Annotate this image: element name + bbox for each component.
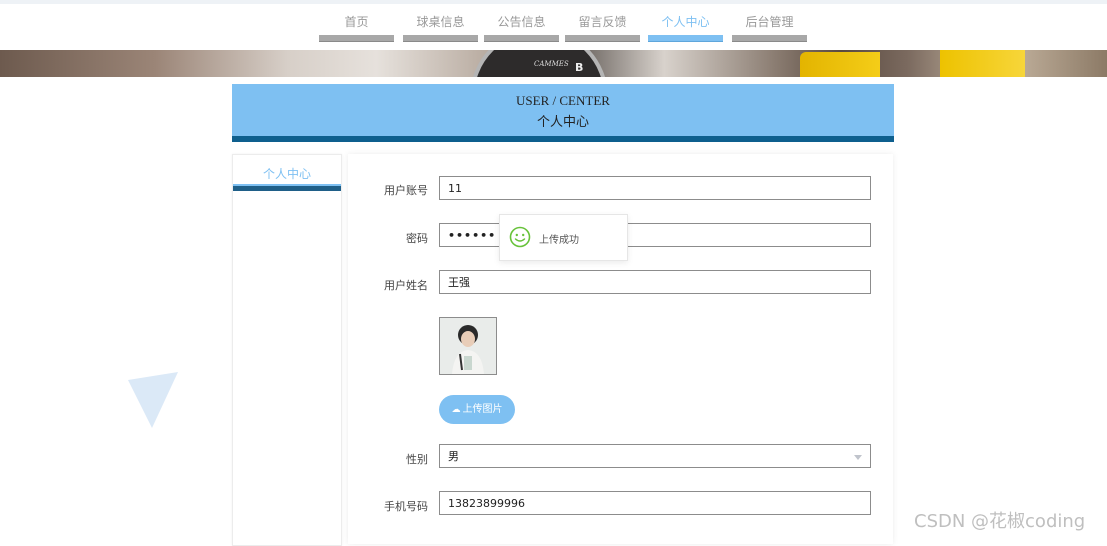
nav-item-label: 后台管理 xyxy=(745,15,794,29)
nav-item-underline xyxy=(319,35,394,42)
nav-item-label: 首页 xyxy=(344,15,369,29)
nav-item-underline xyxy=(732,35,807,42)
banner-gauge-letter: B xyxy=(575,61,584,74)
decorative-triangle xyxy=(128,372,178,428)
sidebar-item-user-center[interactable]: 个人中心 xyxy=(233,155,341,191)
name-field[interactable]: 王强 xyxy=(439,270,871,294)
nav-item-home[interactable]: 首页 xyxy=(319,12,394,42)
watermark: CSDN @花椒coding xyxy=(914,511,1086,532)
nav-item-label: 公告信息 xyxy=(497,15,546,29)
page-title-cn: 个人中心 xyxy=(536,115,589,130)
cloud-upload-icon: ☁ xyxy=(451,405,461,415)
nav-item-tables[interactable]: 球桌信息 xyxy=(403,12,478,42)
name-label: 用户姓名 xyxy=(384,279,428,292)
gender-select[interactable]: 男 xyxy=(439,444,871,468)
nav-item-feedback[interactable]: 留言反馈 xyxy=(565,12,640,42)
password-label: 密码 xyxy=(406,232,428,245)
nav-item-label: 留言反馈 xyxy=(578,15,627,29)
nav-item-label: 个人中心 xyxy=(661,15,710,29)
nav-item-underline xyxy=(565,35,640,42)
gender-select-value: 男 xyxy=(448,450,459,463)
phone-label: 手机号码 xyxy=(384,500,428,513)
banner-yellow-object xyxy=(940,50,1025,77)
sidebar: 个人中心 xyxy=(232,154,342,546)
nav-item-announcements[interactable]: 公告信息 xyxy=(484,12,559,42)
sidebar-item-label: 个人中心 xyxy=(262,167,311,181)
header-bottom-bar xyxy=(232,136,894,142)
nav-item-underline xyxy=(484,35,559,42)
toast-message: 上传成功 xyxy=(539,235,579,246)
nav-item-underline xyxy=(648,35,723,42)
upload-image-button[interactable]: ☁ 上传图片 xyxy=(439,395,515,424)
banner-gauge-text: CAMMES xyxy=(534,60,569,68)
profile-form: 用户账号 11 密码 •••••• 用户姓名 王强 ☁ 上传图片 性别 男 手机号… xyxy=(348,154,893,544)
smiley-icon xyxy=(509,226,531,252)
page-title-en: USER / CENTER xyxy=(516,93,610,108)
nav-item-admin[interactable]: 后台管理 xyxy=(732,12,807,42)
nav-item-underline xyxy=(403,35,478,42)
nav-item-user-center[interactable]: 个人中心 xyxy=(648,12,723,42)
nav-item-label: 球桌信息 xyxy=(416,15,465,29)
account-label: 用户账号 xyxy=(384,184,428,197)
top-nav: 首页 球桌信息 公告信息 留言反馈 个人中心 后台管理 xyxy=(0,0,1107,44)
avatar-image xyxy=(439,317,497,375)
chevron-down-icon xyxy=(854,455,862,460)
success-toast: 上传成功 xyxy=(499,214,628,261)
account-field[interactable]: 11 xyxy=(439,176,871,200)
gender-label: 性别 xyxy=(406,453,428,466)
banner-yellow-object xyxy=(800,52,880,77)
phone-field[interactable]: 13823899996 xyxy=(439,491,871,515)
upload-button-label: 上传图片 xyxy=(462,404,503,415)
sidebar-item-underline xyxy=(233,184,341,191)
page-header: USER / CENTER 个人中心 xyxy=(232,84,894,142)
